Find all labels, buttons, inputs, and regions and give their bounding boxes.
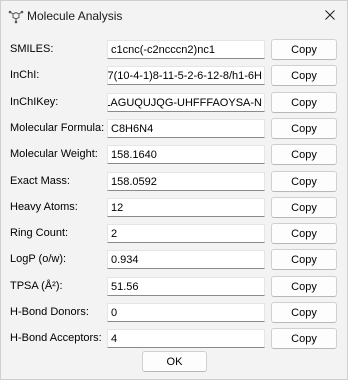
copy-button-tpsa[interactable]: Copy <box>271 276 337 297</box>
property-label-weight: Molecular Weight: <box>10 148 98 160</box>
property-field-inchi[interactable]: InChI=1S/C8H6N4/c1-3-9-7(10-4-1)8-11-5-2… <box>107 66 265 85</box>
property-label-ring_count: Ring Count: <box>10 227 69 239</box>
property-label-hbd: H-Bond Donors: <box>10 306 89 318</box>
copy-button-hba[interactable]: Copy <box>271 328 337 349</box>
copy-button-ring_count[interactable]: Copy <box>271 223 337 244</box>
property-field-heavy_atoms[interactable]: 12 <box>107 198 265 217</box>
copy-button-hbd[interactable]: Copy <box>271 302 337 323</box>
property-label-heavy_atoms: Heavy Atoms: <box>10 201 78 213</box>
copy-button-smiles[interactable]: Copy <box>271 39 337 60</box>
property-value-inchi: InChI=1S/C8H6N4/c1-3-9-7(10-4-1)8-11-5-2… <box>107 70 262 82</box>
molecule-icon <box>8 8 24 24</box>
window-title: Molecule Analysis <box>27 9 123 23</box>
property-field-exact_mass[interactable]: 158.0592 <box>107 172 265 191</box>
property-field-logp[interactable]: 0.934 <box>107 250 265 269</box>
copy-button-inchikey[interactable]: Copy <box>271 92 337 113</box>
property-value-weight: 158.1640 <box>111 149 157 161</box>
property-value-logp: 0.934 <box>111 254 139 266</box>
property-label-inchikey: InChIKey: <box>10 96 59 108</box>
title-bar: Molecule Analysis <box>1 1 347 31</box>
copy-button-weight[interactable]: Copy <box>271 144 337 165</box>
copy-button-formula[interactable]: Copy <box>271 118 337 139</box>
property-field-weight[interactable]: 158.1640 <box>107 145 265 164</box>
property-row-hbd: H-Bond Donors: 0 Copy <box>1 302 347 323</box>
property-row-weight: Molecular Weight: 158.1640 Copy <box>1 144 347 165</box>
property-row-hba: H-Bond Acceptors: 4 Copy <box>1 328 347 349</box>
property-value-smiles: c1cnc(-c2ncccn2)nc1 <box>111 44 215 56</box>
property-row-exact_mass: Exact Mass: 158.0592 Copy <box>1 171 347 192</box>
property-field-formula[interactable]: C8H6N4 <box>107 119 265 138</box>
copy-button-inchi[interactable]: Copy <box>271 65 337 86</box>
property-row-formula: Molecular Formula: C8H6N4 Copy <box>1 118 347 139</box>
property-field-tpsa[interactable]: 51.56 <box>107 277 265 296</box>
property-field-hbd[interactable]: 0 <box>107 303 265 322</box>
property-row-inchikey: InChIKey: AFLAGUQUJQG-UHFFFAOYSA-N Copy <box>1 92 347 113</box>
property-label-tpsa: TPSA (Å²): <box>10 280 63 292</box>
property-row-inchi: InChI: InChI=1S/C8H6N4/c1-3-9-7(10-4-1)8-… <box>1 65 347 86</box>
property-value-hba: 4 <box>111 333 118 345</box>
property-field-hba[interactable]: 4 <box>107 329 265 348</box>
property-row-heavy_atoms: Heavy Atoms: 12 Copy <box>1 197 347 218</box>
property-row-smiles: SMILES: c1cnc(-c2ncccn2)nc1 Copy <box>1 39 347 60</box>
molecule-analysis-dialog: Molecule Analysis SMILES: c1cnc(-c2ncccn2… <box>0 0 348 380</box>
property-value-inchikey: AFLAGUQUJQG-UHFFFAOYSA-N <box>107 97 262 109</box>
property-row-ring_count: Ring Count: 2 Copy <box>1 223 347 244</box>
property-field-smiles[interactable]: c1cnc(-c2ncccn2)nc1 <box>107 40 265 59</box>
property-row-tpsa: TPSA (Å²): 51.56 Copy <box>1 276 347 297</box>
property-value-tpsa: 51.56 <box>111 281 139 293</box>
property-label-logp: LogP (o/w): <box>10 253 67 265</box>
copy-button-heavy_atoms[interactable]: Copy <box>271 197 337 218</box>
property-field-inchikey[interactable]: AFLAGUQUJQG-UHFFFAOYSA-N <box>107 93 265 112</box>
property-value-heavy_atoms: 12 <box>111 202 124 214</box>
close-icon <box>325 9 335 23</box>
property-value-hbd: 0 <box>111 307 118 319</box>
property-field-ring_count[interactable]: 2 <box>107 224 265 243</box>
ok-button[interactable]: OK <box>142 351 207 372</box>
property-label-formula: Molecular Formula: <box>10 122 105 134</box>
property-label-hba: H-Bond Acceptors: <box>10 332 102 344</box>
property-value-ring_count: 2 <box>111 228 118 240</box>
property-value-formula: C8H6N4 <box>111 123 154 135</box>
copy-button-exact_mass[interactable]: Copy <box>271 171 337 192</box>
property-label-inchi: InChI: <box>10 69 40 81</box>
copy-button-logp[interactable]: Copy <box>271 249 337 270</box>
property-row-logp: LogP (o/w): 0.934 Copy <box>1 249 347 270</box>
property-label-exact_mass: Exact Mass: <box>10 175 70 187</box>
close-button[interactable] <box>317 3 343 29</box>
property-value-exact_mass: 158.0592 <box>111 176 157 188</box>
property-label-smiles: SMILES: <box>10 43 54 55</box>
